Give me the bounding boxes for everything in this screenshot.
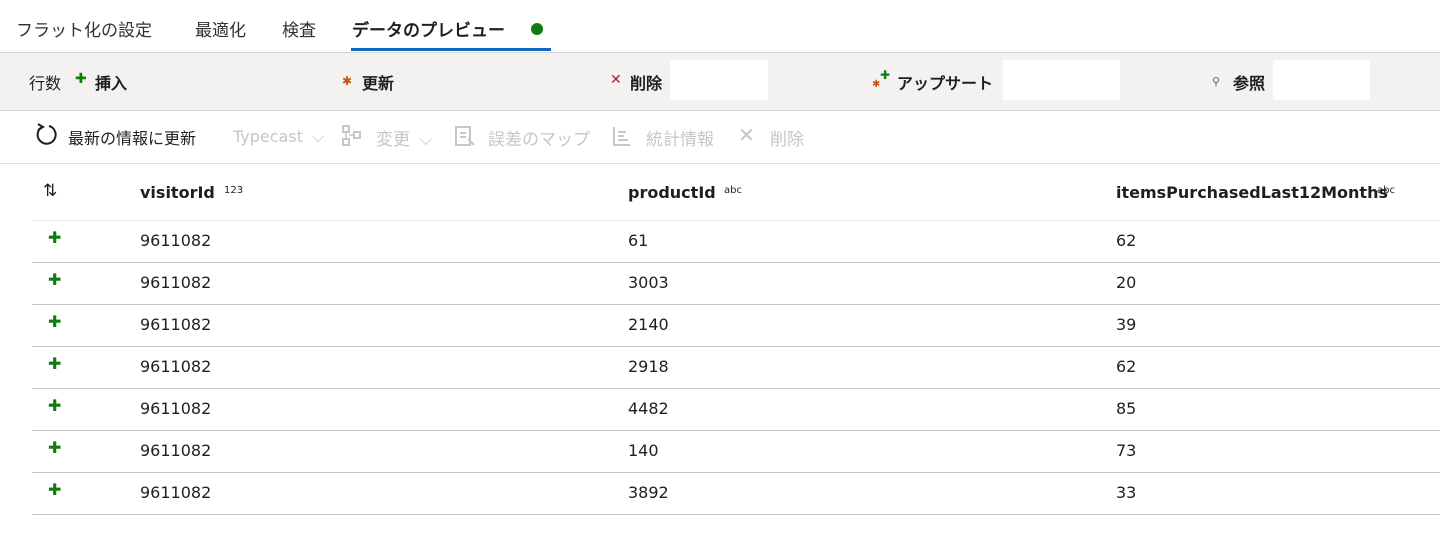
insert-row-icon: ✚ (48, 480, 62, 499)
column-header-visitorid[interactable]: visitorId (140, 183, 215, 202)
preview-toolbar: 最新の情報に更新 Typecast ⌵ 変更 ⌵ 誤差のマップ 統計情報 ✕ 削… (0, 111, 1440, 164)
cell-productid: 4482 (628, 399, 669, 418)
column-header-productid[interactable]: productId (628, 183, 716, 202)
upsert-label: アップサート (897, 74, 994, 93)
lookup-count-box (1273, 60, 1370, 100)
insert-row-icon: ✚ (48, 228, 62, 247)
asterisk-icon: ✱ (342, 74, 353, 88)
cell-productid: 140 (628, 441, 659, 460)
cell-items: 33 (1116, 483, 1137, 502)
insert-row-icon: ✚ (48, 312, 62, 331)
chevron-down-icon: ⌵ (419, 130, 433, 150)
cell-items: 62 (1116, 357, 1137, 376)
statistics-button[interactable]: 統計情報 (646, 125, 714, 150)
modify-button[interactable]: 変更 ⌵ (376, 125, 432, 150)
cell-visitorid: 9611082 (140, 399, 212, 418)
cell-visitorid: 9611082 (140, 231, 212, 250)
rows-label: 行数 (29, 74, 62, 93)
remove-button[interactable]: 削除 (770, 125, 804, 150)
x-icon: ✕ (610, 72, 622, 88)
search-icon: ⚲ (1212, 75, 1221, 88)
cell-items: 20 (1116, 273, 1137, 292)
typecast-label: Typecast (233, 127, 303, 146)
active-tab-indicator (351, 48, 551, 51)
column-type-items: abc (1377, 185, 1395, 196)
map-drifted-icon (454, 125, 476, 151)
cell-productid: 2918 (628, 357, 669, 376)
cell-items: 73 (1116, 441, 1137, 460)
cell-visitorid: 9611082 (140, 273, 212, 292)
table-header: ⇅ visitorId 123 productId abc itemsPurch… (32, 163, 1440, 221)
table-row: ✚ 9611082 140 73 (32, 431, 1440, 473)
tab-bar: フラット化の設定 最適化 検査 データのプレビュー (0, 0, 1440, 53)
column-type-visitorid: 123 (224, 185, 244, 196)
chevron-down-icon: ⌵ (312, 127, 325, 146)
statistics-icon (612, 125, 632, 151)
column-type-productid: abc (724, 185, 742, 196)
column-header-items[interactable]: itemsPurchasedLast12Months (1116, 183, 1388, 202)
tab-flatten-settings[interactable]: フラット化の設定 (16, 16, 152, 41)
sort-icon[interactable]: ⇅ (43, 181, 57, 201)
cell-visitorid: 9611082 (140, 357, 212, 376)
map-drifted-button[interactable]: 誤差のマップ (488, 125, 590, 150)
modify-label: 変更 (376, 130, 410, 150)
update-label: 更新 (362, 74, 395, 93)
lookup-label: 参照 (1233, 74, 1266, 93)
summary-bar: 行数 ✚ 挿入 ✱ 更新 ✕ 削除 ✱ ✚ アップサート ⚲ 参照 (0, 53, 1440, 111)
tab-inspect[interactable]: 検査 (282, 16, 316, 41)
cell-productid: 61 (628, 231, 649, 250)
remove-icon: ✕ (738, 123, 755, 147)
table-row: ✚ 9611082 4482 85 (32, 389, 1440, 431)
refresh-icon (34, 121, 58, 151)
cell-visitorid: 9611082 (140, 441, 212, 460)
upsert-count-box (1003, 60, 1120, 100)
cell-items: 39 (1116, 315, 1137, 334)
table-row: ✚ 9611082 3892 33 (32, 473, 1440, 515)
refresh-label: 最新の情報に更新 (68, 129, 197, 148)
plus-icon: ✚ (75, 71, 87, 87)
cell-items: 62 (1116, 231, 1137, 250)
insert-row-icon: ✚ (48, 396, 62, 415)
modify-icon (342, 125, 362, 151)
insert-row-icon: ✚ (48, 270, 62, 289)
status-dot-icon (531, 23, 543, 35)
table-row: ✚ 9611082 2918 62 (32, 347, 1440, 389)
cell-visitorid: 9611082 (140, 315, 212, 334)
insert-label: 挿入 (95, 74, 128, 93)
tab-optimize[interactable]: 最適化 (195, 16, 246, 41)
cell-productid: 3892 (628, 483, 669, 502)
table-row: ✚ 9611082 2140 39 (32, 305, 1440, 347)
upsert-plus-icon: ✚ (880, 68, 891, 82)
cell-items: 85 (1116, 399, 1137, 418)
delete-label: 削除 (630, 74, 663, 93)
cell-productid: 2140 (628, 315, 669, 334)
insert-row-icon: ✚ (48, 354, 62, 373)
insert-row-icon: ✚ (48, 438, 62, 457)
table-row: ✚ 9611082 61 62 (32, 221, 1440, 263)
typecast-button[interactable]: Typecast ⌵ (233, 127, 324, 147)
cell-visitorid: 9611082 (140, 483, 212, 502)
cell-productid: 3003 (628, 273, 669, 292)
delete-count-box (670, 60, 768, 100)
table-row: ✚ 9611082 3003 20 (32, 263, 1440, 305)
tab-data-preview[interactable]: データのプレビュー (352, 16, 505, 41)
